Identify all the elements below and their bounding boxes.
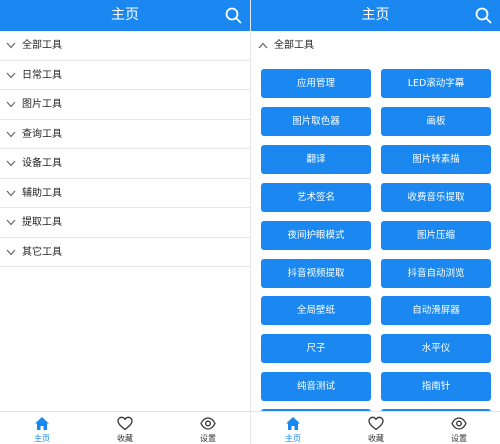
tool-button[interactable]: 指南针 <box>381 372 491 401</box>
category-label: 全部工具 <box>22 40 62 51</box>
category-label: 提取工具 <box>22 217 62 228</box>
chevron-down-icon <box>6 160 16 167</box>
chevron-down-icon <box>6 249 16 255</box>
chevron-down-icon <box>6 190 16 196</box>
category-label: 辅助工具 <box>22 187 62 199</box>
category-label: 设备工具 <box>22 158 62 169</box>
nav-settings[interactable]: 设置 <box>429 412 489 444</box>
eye-icon <box>200 417 216 430</box>
eye-icon <box>451 417 467 430</box>
tool-button[interactable]: 画板 <box>381 107 491 136</box>
nav-label: 设置 <box>451 434 467 443</box>
heart-icon <box>368 416 384 431</box>
category-row-assist[interactable]: 辅助工具 <box>0 179 250 208</box>
category-row-query[interactable]: 查询工具 <box>0 120 250 149</box>
nav-home[interactable]: 主页 <box>263 412 323 444</box>
bottom-nav: 主页 收藏 设置 <box>251 411 500 444</box>
tool-button[interactable]: 翻译 <box>261 145 371 174</box>
right-screen: 主页 全部工具 应用管理 LED滚动字幕 图片取色器 画板 翻译 图片转素描 艺… <box>250 0 500 444</box>
app-bar: 主页 <box>0 0 250 31</box>
chevron-up-icon <box>258 42 268 49</box>
nav-favorites[interactable]: 收藏 <box>346 412 406 444</box>
tool-button[interactable]: LED滚动字幕 <box>381 69 491 98</box>
chevron-down-icon <box>6 101 16 108</box>
heart-icon <box>117 416 133 431</box>
home-icon <box>35 417 49 430</box>
category-label: 日常工具 <box>22 69 62 81</box>
category-label: 图片工具 <box>22 99 62 110</box>
tool-button[interactable]: 夜间护眼模式 <box>261 221 371 250</box>
home-icon <box>286 417 300 430</box>
app-bar: 主页 <box>251 0 500 31</box>
page-title: 主页 <box>111 7 139 23</box>
left-screen: 主页 全部工具 日常工具 图片工具 查询工具 设备工具 辅助工具 提取工具 其它… <box>0 0 250 444</box>
tool-button[interactable]: 艺术签名 <box>261 183 371 212</box>
tool-button[interactable]: 水平仪 <box>381 334 491 363</box>
category-row-device[interactable]: 设备工具 <box>0 149 250 179</box>
nav-favorites[interactable]: 收藏 <box>95 412 155 444</box>
search-icon[interactable] <box>225 7 242 24</box>
chevron-down-icon <box>6 42 16 49</box>
nav-label: 收藏 <box>117 434 133 443</box>
nav-home[interactable]: 主页 <box>12 412 72 444</box>
tool-button[interactable]: 全局壁纸 <box>261 296 371 325</box>
category-label: 查询工具 <box>22 128 62 140</box>
nav-settings[interactable]: 设置 <box>178 412 238 444</box>
nav-label: 收藏 <box>368 434 384 443</box>
category-row-image[interactable]: 图片工具 <box>0 90 250 120</box>
category-row-extract[interactable]: 提取工具 <box>0 208 250 238</box>
tool-button[interactable]: 图片压缩 <box>381 221 491 250</box>
tool-grid: 应用管理 LED滚动字幕 图片取色器 画板 翻译 图片转素描 艺术签名 收费音乐… <box>251 67 500 411</box>
bottom-nav: 主页 收藏 设置 <box>0 411 250 444</box>
tool-button[interactable]: 自动滑屏器 <box>381 296 491 325</box>
category-row-daily[interactable]: 日常工具 <box>0 61 250 90</box>
chevron-down-icon <box>6 72 16 78</box>
nav-label: 主页 <box>285 434 301 443</box>
tool-button[interactable]: 抖音视频提取 <box>261 259 371 288</box>
category-list: 全部工具 日常工具 图片工具 查询工具 设备工具 辅助工具 提取工具 其它工具 <box>0 31 250 267</box>
category-label: 全部工具 <box>274 40 314 51</box>
category-label: 其它工具 <box>22 246 62 258</box>
tool-button[interactable]: 应用管理 <box>261 69 371 98</box>
tool-button[interactable]: 抖音自动浏览 <box>381 259 491 288</box>
tool-button[interactable]: 收费音乐提取 <box>381 183 491 212</box>
category-row-other[interactable]: 其它工具 <box>0 238 250 267</box>
chevron-down-icon <box>6 131 16 137</box>
page-title: 主页 <box>361 7 390 23</box>
chevron-down-icon <box>6 219 16 226</box>
category-row-all[interactable]: 全部工具 <box>0 31 250 61</box>
tool-button[interactable]: 尺子 <box>261 334 371 363</box>
tool-button[interactable]: 图片取色器 <box>261 107 371 136</box>
tool-button[interactable]: 纯音测试 <box>261 372 371 401</box>
search-icon[interactable] <box>475 7 492 24</box>
tool-button[interactable]: 图片转素描 <box>381 145 491 174</box>
category-header-all[interactable]: 全部工具 <box>251 31 500 61</box>
nav-label: 主页 <box>34 434 50 443</box>
nav-label: 设置 <box>200 434 216 443</box>
